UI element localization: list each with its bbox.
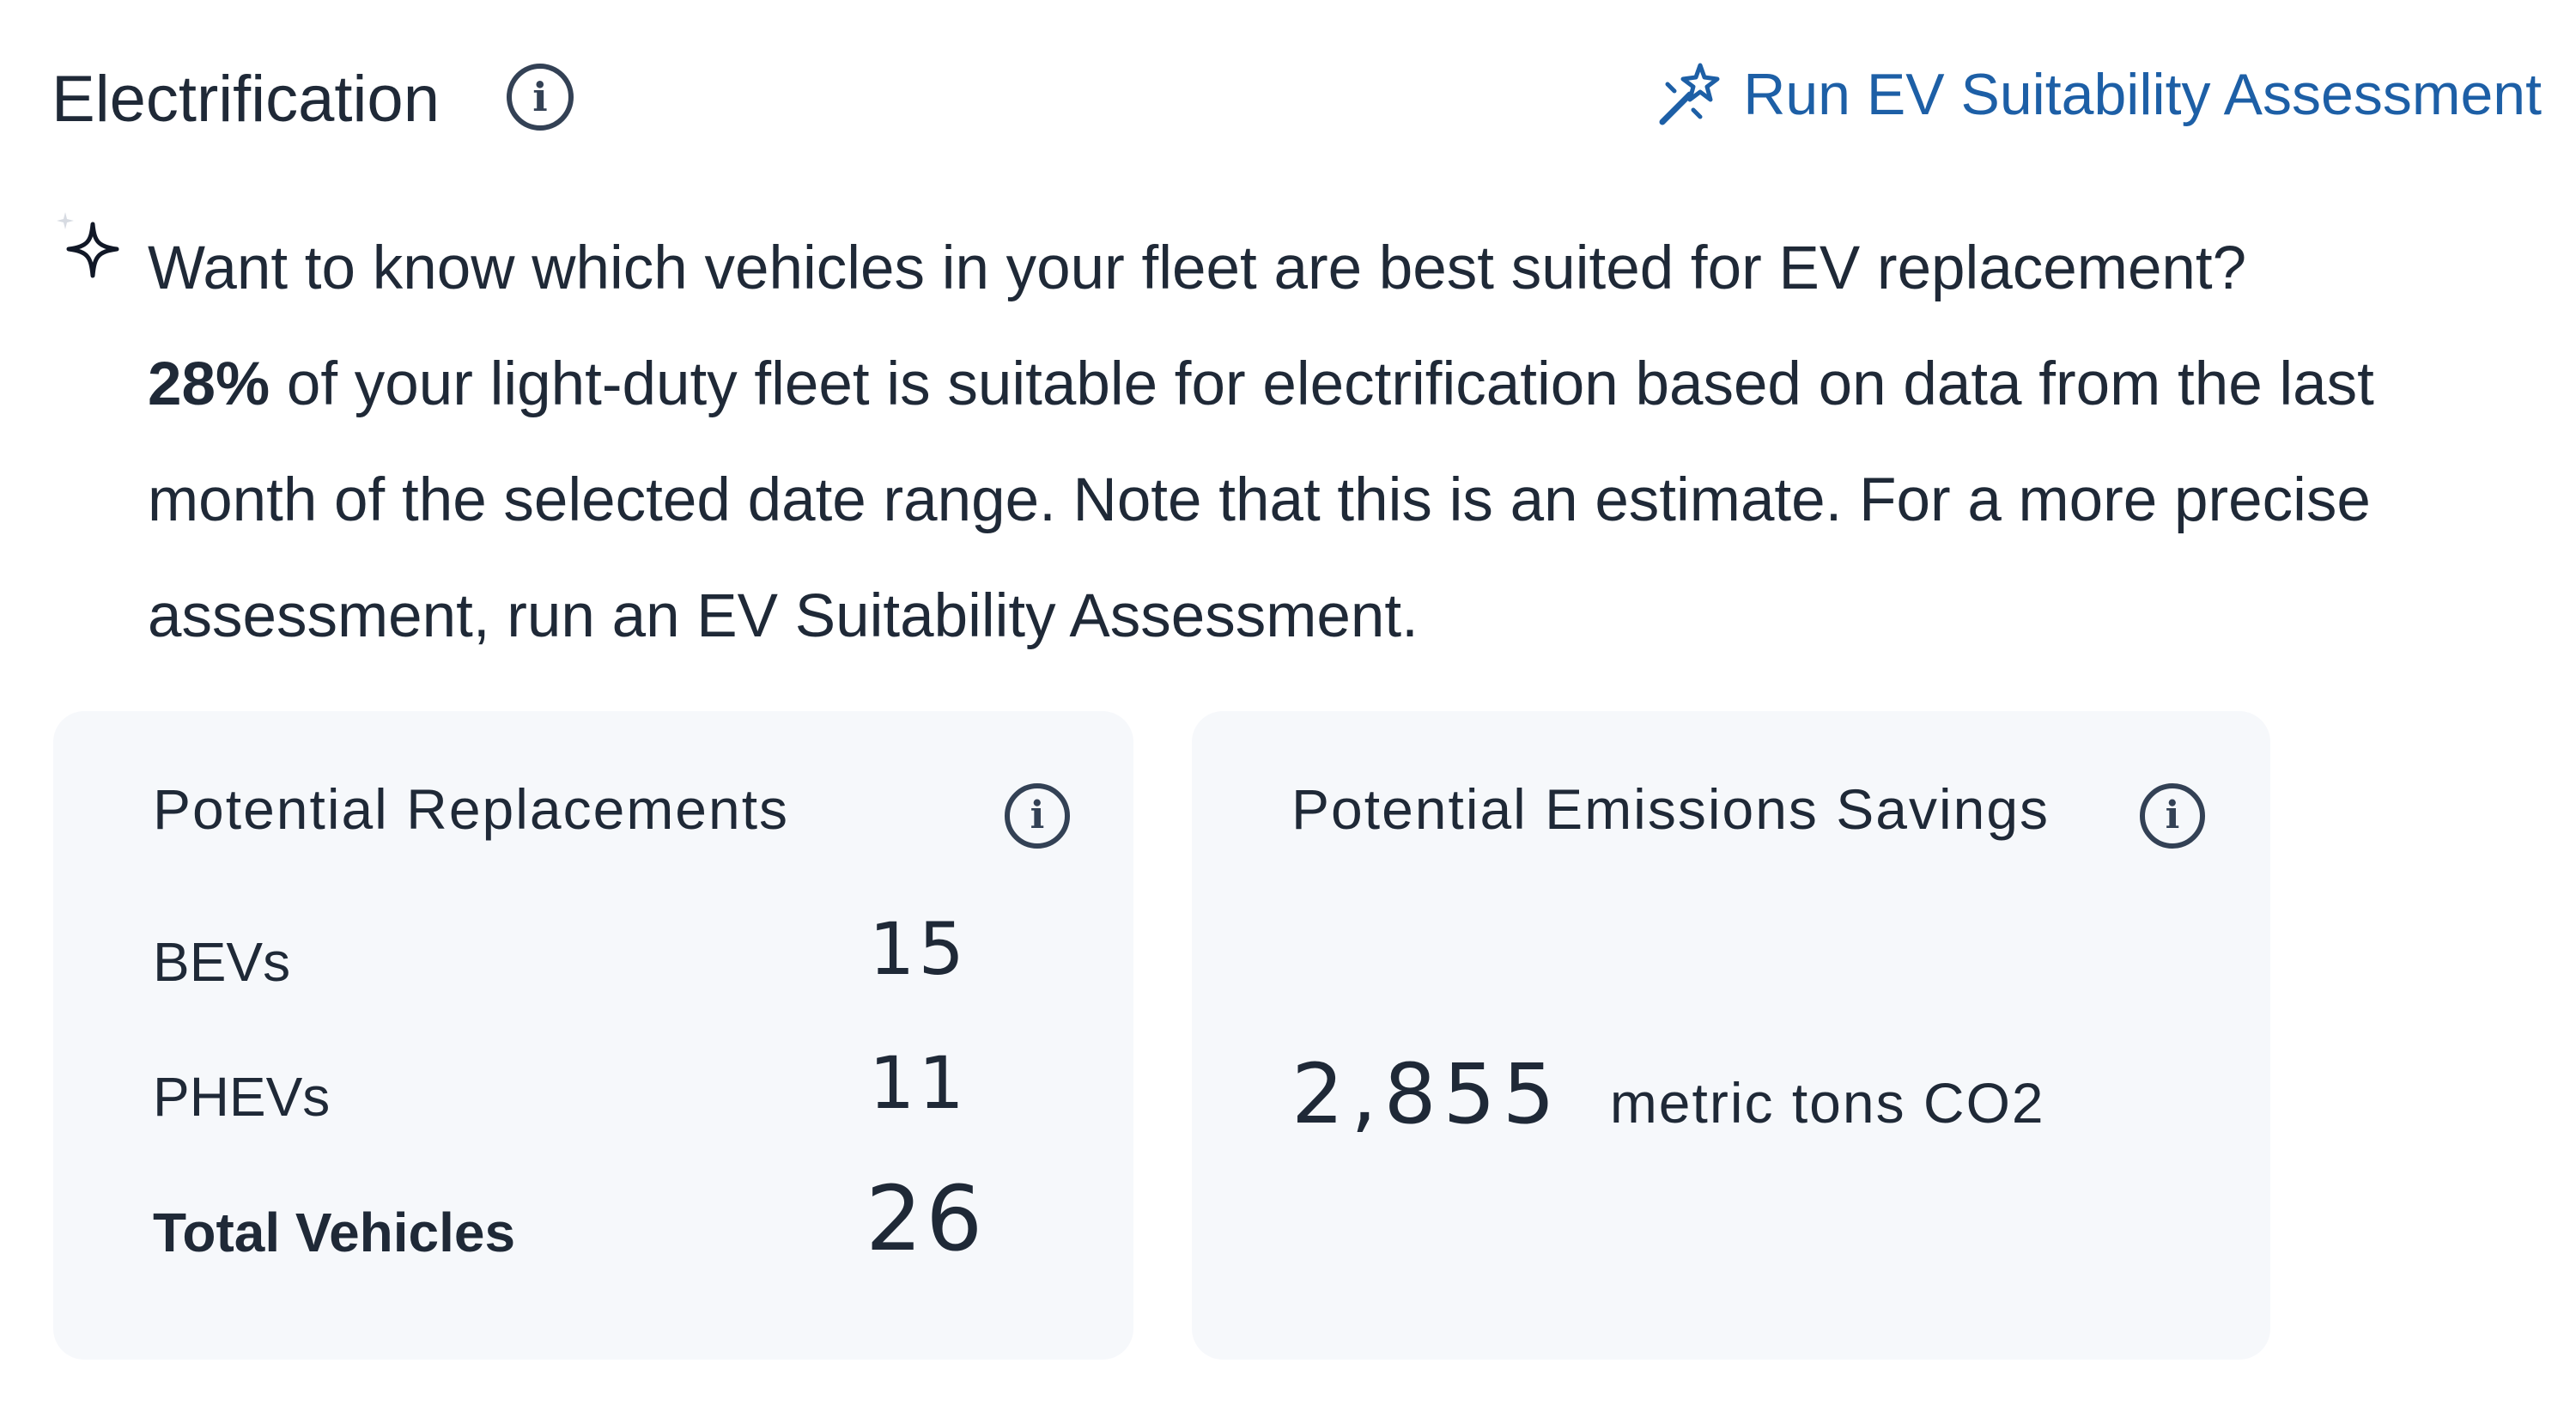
emissions-readout: 2,855 metric tons CO2 bbox=[1291, 1046, 2045, 1142]
magic-wand-icon bbox=[1659, 63, 1720, 125]
potential-emissions-savings-title: Potential Emissions Savings bbox=[1291, 777, 2050, 841]
description-body: of your light-duty fleet is suitable for… bbox=[148, 350, 2374, 650]
phevs-value: 11 bbox=[869, 1041, 968, 1125]
potential-replacements-card: Potential Replacements i BEVs 15 PHEVs 1… bbox=[53, 711, 1133, 1360]
info-icon[interactable]: i bbox=[1005, 783, 1070, 849]
electrification-header: Electrification i Run EV Suitability Ass… bbox=[52, 52, 2542, 137]
run-assessment-label: Run EV Suitability Assessment bbox=[1743, 62, 2542, 127]
sparkle-icon bbox=[57, 212, 119, 278]
total-vehicles-value: 26 bbox=[866, 1166, 987, 1271]
potential-emissions-savings-card: Potential Emissions Savings i 2,855 metr… bbox=[1192, 711, 2270, 1360]
suitable-percent: 28% bbox=[148, 350, 270, 418]
run-ev-suitability-assessment-link[interactable]: Run EV Suitability Assessment bbox=[1656, 52, 2542, 137]
bevs-value: 15 bbox=[869, 907, 968, 991]
electrification-description: Want to know which vehicles in your flee… bbox=[148, 210, 2483, 674]
emissions-value: 2,855 bbox=[1291, 1046, 1562, 1142]
info-icon[interactable]: i bbox=[2140, 783, 2205, 849]
page-title: Electrification bbox=[52, 63, 440, 136]
description-question: Want to know which vehicles in your flee… bbox=[148, 234, 2247, 302]
potential-replacements-title: Potential Replacements bbox=[153, 777, 790, 841]
emissions-unit: metric tons CO2 bbox=[1609, 1071, 2045, 1135]
phevs-label: PHEVs bbox=[153, 1066, 331, 1128]
total-vehicles-label: Total Vehicles bbox=[153, 1202, 516, 1263]
info-icon[interactable]: i bbox=[507, 64, 574, 131]
bevs-label: BEVs bbox=[153, 931, 291, 993]
